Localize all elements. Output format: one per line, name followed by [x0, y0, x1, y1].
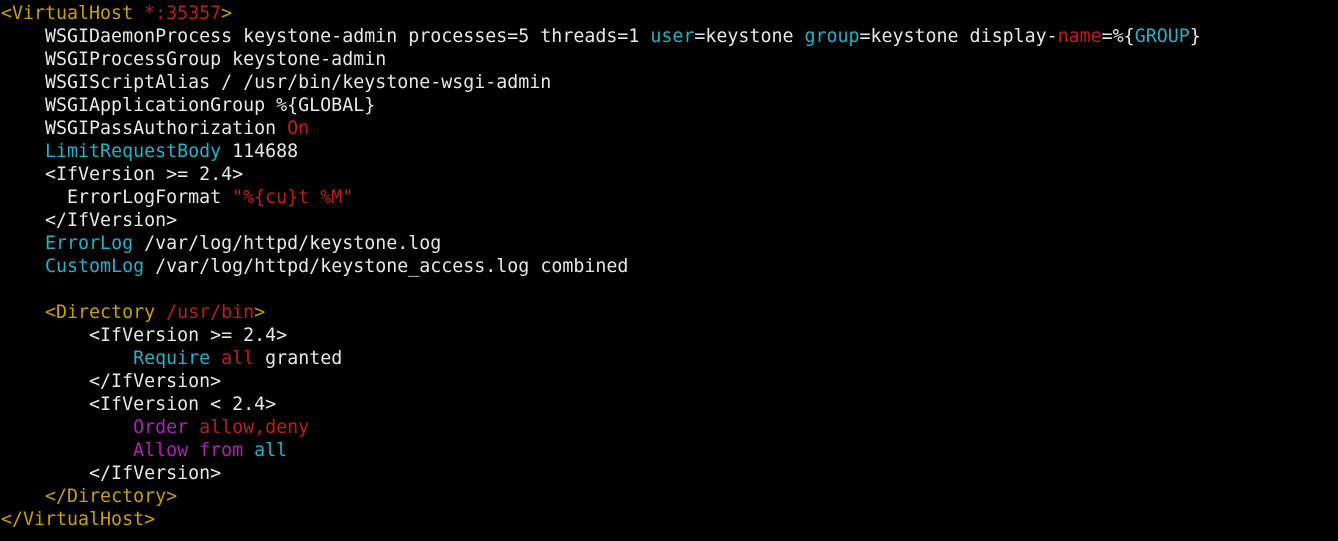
- code-line: </IfVersion>: [1, 209, 1338, 232]
- code-line: </VirtualHost>: [1, 508, 1338, 531]
- code-token: </IfVersion>: [1, 463, 222, 484]
- code-line: <IfVersion >= 2.4>: [1, 324, 1338, 347]
- code-line: ErrorLogFormat "%{cu}t %M": [1, 186, 1338, 209]
- code-token: On: [287, 118, 310, 139]
- code-token: >: [221, 3, 233, 24]
- code-token: >: [254, 302, 266, 323]
- code-token: allow,deny: [199, 417, 310, 438]
- code-token: <VirtualHost: [1, 3, 134, 24]
- code-token: </VirtualHost>: [1, 509, 156, 530]
- code-line: <VirtualHost *:35357>: [1, 2, 1338, 25]
- code-token: WSGIScriptAlias / /usr/bin/keystone-wsgi…: [1, 72, 552, 93]
- code-line: WSGIScriptAlias / /usr/bin/keystone-wsgi…: [1, 71, 1338, 94]
- code-token: WSGIProcessGroup keystone-admin: [1, 49, 387, 70]
- code-line: WSGIApplicationGroup %{GLOBAL}: [1, 94, 1338, 117]
- code-token: "%{cu}t %M": [232, 187, 354, 208]
- code-token: user: [650, 26, 695, 47]
- code-token: /var/log/httpd/keystone.log: [133, 233, 442, 254]
- code-token: <IfVersion < 2.4>: [1, 394, 277, 415]
- code-line: </Directory>: [1, 485, 1338, 508]
- code-token: =keystone: [694, 26, 805, 47]
- code-token: ErrorLogFormat: [1, 187, 233, 208]
- code-token: *:35357: [133, 3, 222, 24]
- code-line: WSGIProcessGroup keystone-admin: [1, 48, 1338, 71]
- code-token: WSGIApplicationGroup %{GLOBAL}: [1, 95, 376, 116]
- code-token: =keystone display-: [859, 26, 1058, 47]
- code-token: <IfVersion >= 2.4>: [1, 325, 288, 346]
- code-token: GROUP: [1134, 26, 1190, 47]
- code-line: </IfVersion>: [1, 462, 1338, 485]
- code-line: LimitRequestBody 114688: [1, 140, 1338, 163]
- code-line: WSGIPassAuthorization On: [1, 117, 1338, 140]
- code-line: CustomLog /var/log/httpd/keystone_access…: [1, 255, 1338, 278]
- terminal-window[interactable]: <VirtualHost *:35357> WSGIDaemonProcess …: [0, 0, 1338, 541]
- code-token: all: [221, 348, 255, 369]
- code-line: <Directory /usr/bin>: [1, 301, 1338, 324]
- code-token: /usr/bin: [155, 302, 255, 323]
- code-token: </IfVersion>: [1, 210, 178, 231]
- code-token: name: [1057, 26, 1102, 47]
- code-line: WSGIDaemonProcess keystone-admin process…: [1, 25, 1338, 48]
- code-line: <IfVersion >= 2.4>: [1, 163, 1338, 186]
- code-line: ErrorLog /var/log/httpd/keystone.log: [1, 232, 1338, 255]
- code-line: Order allow,deny: [1, 416, 1338, 439]
- code-token: }: [1189, 26, 1201, 47]
- code-line: Allow from all: [1, 439, 1338, 462]
- code-token: <IfVersion >= 2.4>: [1, 164, 244, 185]
- code-token: LimitRequestBody: [45, 141, 222, 162]
- code-token: </IfVersion>: [1, 371, 222, 392]
- code-token: Require: [133, 348, 211, 369]
- code-token: =%{: [1101, 26, 1135, 47]
- code-token: Allow from: [133, 440, 244, 461]
- code-token: all: [254, 440, 288, 461]
- code-token: CustomLog: [45, 256, 145, 277]
- code-token: /var/log/httpd/keystone_access.log combi…: [144, 256, 629, 277]
- code-token: WSGIPassAuthorization: [1, 118, 288, 139]
- code-token: 114688: [221, 141, 299, 162]
- code-token: WSGIDaemonProcess keystone-admin process…: [1, 26, 651, 47]
- code-token: </Directory>: [45, 486, 178, 507]
- code-line: </IfVersion>: [1, 370, 1338, 393]
- code-line: Require all granted: [1, 347, 1338, 370]
- code-token: Order: [133, 417, 189, 438]
- code-token: group: [804, 26, 860, 47]
- code-token: ErrorLog: [45, 233, 134, 254]
- config-file-content[interactable]: <VirtualHost *:35357> WSGIDaemonProcess …: [1, 2, 1338, 531]
- code-token: <Directory: [45, 302, 156, 323]
- code-token: granted: [254, 348, 343, 369]
- code-line: <IfVersion < 2.4>: [1, 393, 1338, 416]
